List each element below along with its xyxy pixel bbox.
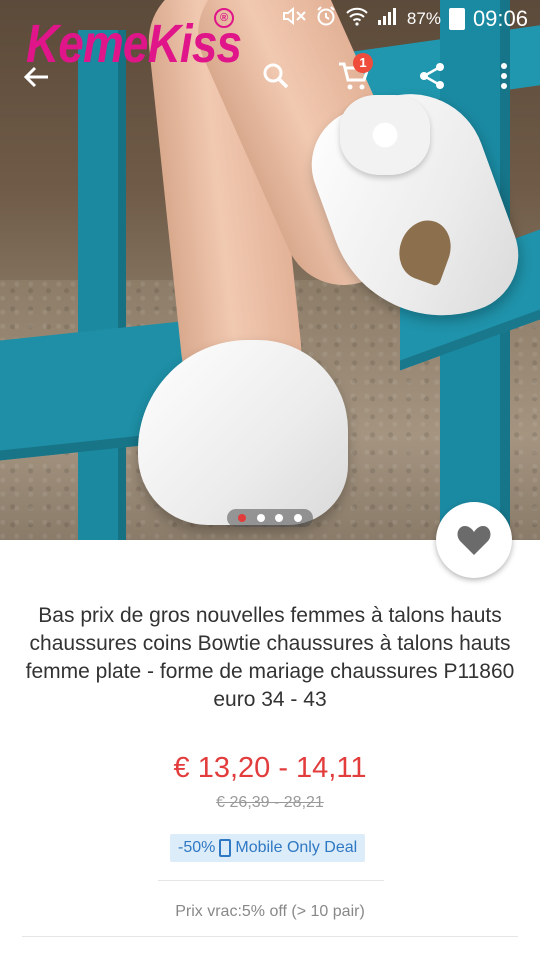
mute-icon xyxy=(281,6,307,33)
battery-icon xyxy=(448,8,465,30)
share-button[interactable] xyxy=(412,56,452,96)
cart-count-badge: 1 xyxy=(353,53,373,73)
product-title: Bas prix de gros nouvelles femmes à talo… xyxy=(25,604,515,711)
alarm-icon xyxy=(315,5,337,34)
discount-percent: -50% xyxy=(178,839,216,856)
heart-icon xyxy=(457,526,491,555)
deal-label: Mobile Only Deal xyxy=(235,839,358,856)
signal-icon xyxy=(377,6,399,33)
more-options-button[interactable] xyxy=(484,56,524,96)
original-price: € 26,39 - 28,21 xyxy=(216,794,324,811)
pager-dot[interactable] xyxy=(275,514,284,522)
app-logo: KemeKiss xyxy=(26,14,242,74)
pager-dot[interactable] xyxy=(256,514,265,522)
back-button[interactable] xyxy=(20,60,54,94)
more-vertical-icon xyxy=(501,63,507,89)
divider xyxy=(22,936,518,937)
search-button[interactable] xyxy=(256,56,296,96)
shoe-bow xyxy=(340,95,430,175)
divider xyxy=(158,880,384,881)
bench-leg-left xyxy=(78,30,126,540)
bulk-price-info: Prix vrac:5% off (> 10 pair) xyxy=(175,903,365,920)
back-arrow-icon xyxy=(23,66,48,88)
phone-icon xyxy=(219,839,232,857)
pager-dot[interactable] xyxy=(238,514,247,522)
clock: 09:06 xyxy=(472,6,528,31)
registered-mark: ® xyxy=(214,8,234,28)
pager-dot[interactable] xyxy=(293,514,302,522)
share-icon xyxy=(420,63,444,89)
mobile-deal-badge: -50% Mobile Only Deal xyxy=(170,834,366,862)
wifi-icon xyxy=(345,6,369,33)
search-icon xyxy=(263,63,289,89)
product-price: € 13,20 - 14,11 xyxy=(173,752,367,784)
favorite-button[interactable] xyxy=(436,502,512,578)
image-pager[interactable] xyxy=(227,509,313,527)
battery-percent: 87% xyxy=(406,9,441,28)
status-icons: 87% 09:06 xyxy=(281,5,528,34)
